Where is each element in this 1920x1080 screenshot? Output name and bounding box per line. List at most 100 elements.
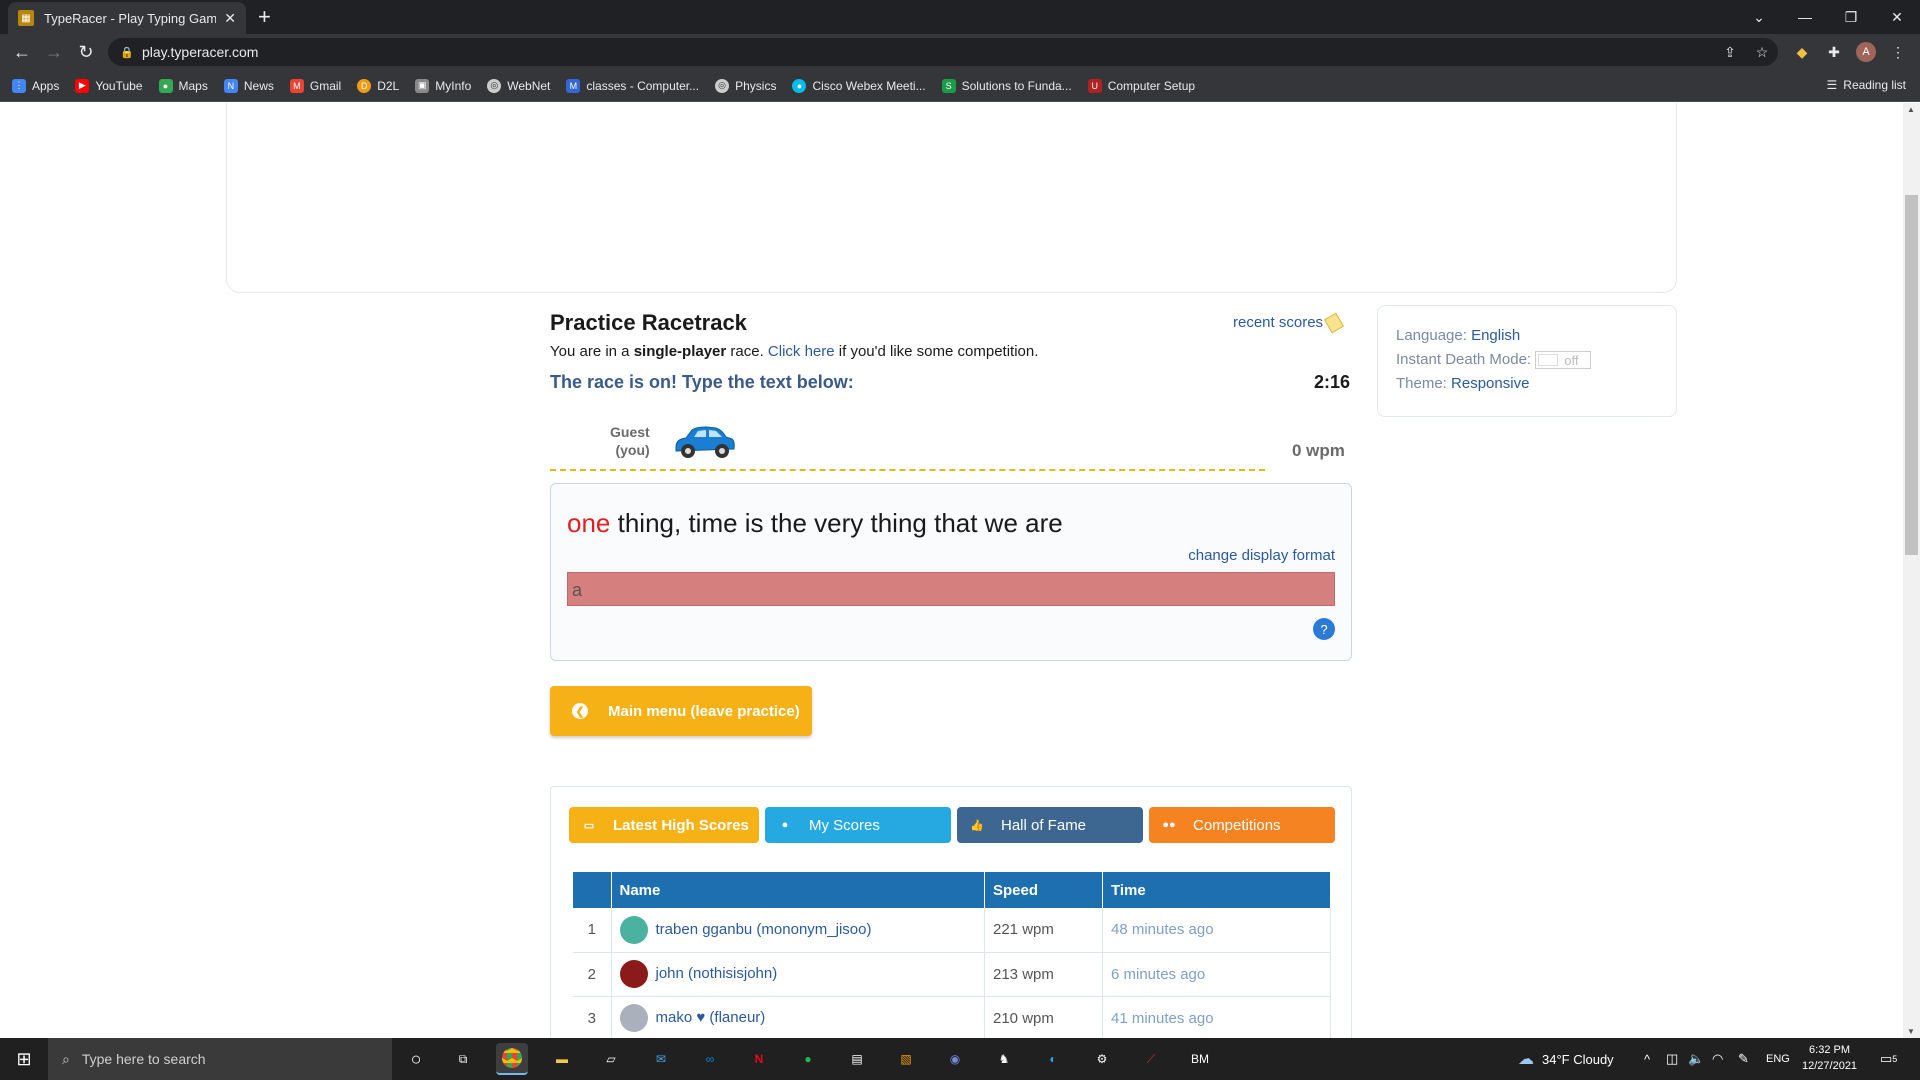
- app-icon[interactable]: ∞: [694, 1043, 726, 1075]
- chevron-up-icon[interactable]: ^: [1644, 1038, 1650, 1080]
- tab-competitions[interactable]: ●● Competitions: [1149, 807, 1335, 843]
- subtitle-text: You are in a: [550, 343, 634, 360]
- clock[interactable]: 6:32 PM 12/27/2021: [1802, 1042, 1857, 1074]
- browser-titlebar: ▦ TypeRacer - Play Typing Games a ✕ + ⌄ …: [0, 0, 1920, 34]
- race-text-rest: thing, time is the very thing that we ar…: [610, 508, 1063, 538]
- bookmark-computer-setup[interactable]: U Computer Setup: [1087, 78, 1196, 93]
- minimize-icon[interactable]: —: [1782, 0, 1828, 34]
- typeracer-favicon-icon: ▦: [18, 10, 34, 26]
- scroll-down-icon[interactable]: ▼: [1907, 1027, 1916, 1036]
- time-cell[interactable]: 41 minutes ago: [1102, 996, 1331, 1038]
- chrome-icon[interactable]: [496, 1043, 528, 1075]
- language-value[interactable]: English: [1471, 327, 1520, 344]
- windows-start-icon[interactable]: ⊞: [0, 1038, 48, 1080]
- python-extension-icon[interactable]: ◆: [1792, 42, 1812, 62]
- reload-icon[interactable]: ↻: [74, 40, 98, 64]
- bookmark-solutions[interactable]: S Solutions to Funda...: [941, 78, 1072, 93]
- back-arrow-icon[interactable]: ←: [10, 40, 34, 64]
- reading-list-button[interactable]: ☰ Reading list: [1827, 78, 1906, 92]
- profile-avatar-icon[interactable]: A: [1856, 42, 1876, 62]
- language-label: Language:: [1396, 327, 1467, 344]
- browser-tab[interactable]: ▦ TypeRacer - Play Typing Games a ✕: [8, 2, 246, 34]
- mail-icon[interactable]: ✉: [645, 1043, 677, 1075]
- tab-hall-of-fame[interactable]: 👍 Hall of Fame: [957, 807, 1143, 843]
- theme-value[interactable]: Responsive: [1451, 375, 1529, 392]
- time-cell[interactable]: 48 minutes ago: [1102, 908, 1331, 953]
- document-icon[interactable]: ▤: [841, 1043, 873, 1075]
- code-app-icon[interactable]: ⟋: [1135, 1043, 1167, 1075]
- volume-icon[interactable]: 🔈: [1688, 1038, 1704, 1080]
- weather-widget[interactable]: ☁ 34°F Cloudy: [1518, 1038, 1614, 1080]
- network-app-icon[interactable]: ⚙: [1086, 1043, 1118, 1075]
- click-here-link[interactable]: Click here: [768, 343, 835, 360]
- taskbar-search[interactable]: ⌕ Type here to search: [48, 1038, 392, 1080]
- news-icon: N: [223, 78, 238, 93]
- bookmark-myinfo[interactable]: ▣ MyInfo: [415, 78, 471, 93]
- close-window-icon[interactable]: ✕: [1874, 0, 1920, 34]
- help-icon[interactable]: ?: [1313, 618, 1335, 640]
- close-tab-icon[interactable]: ✕: [224, 10, 236, 27]
- file-explorer-icon[interactable]: ▬: [546, 1043, 578, 1075]
- typing-input[interactable]: a: [567, 572, 1335, 606]
- bookmark-star-icon[interactable]: ☆: [1752, 42, 1772, 62]
- meet-icon[interactable]: ◫: [1666, 1038, 1678, 1080]
- bookmark-webnet[interactable]: ◎ WebNet: [487, 78, 550, 93]
- bookmark-label: Apps: [32, 78, 60, 93]
- scrollbar-thumb[interactable]: [1905, 195, 1918, 555]
- menu-dots-icon[interactable]: ⋮: [1888, 42, 1908, 62]
- racer-label: Guest (you): [610, 423, 650, 459]
- address-bar[interactable]: 🔒 play.typeracer.com: [108, 38, 1778, 66]
- change-display-format-link[interactable]: change display format: [1188, 547, 1335, 564]
- bookmark-gmail[interactable]: M Gmail: [289, 78, 341, 93]
- language-indicator[interactable]: ENG: [1766, 1038, 1790, 1080]
- terminal-icon[interactable]: ▱: [595, 1043, 627, 1075]
- bookmark-apps[interactable]: ⋮ Apps: [12, 78, 60, 93]
- game-icon[interactable]: ♞: [988, 1043, 1020, 1075]
- name-cell[interactable]: mako ♥ (flaneur): [611, 996, 985, 1038]
- recent-scores-link[interactable]: recent scores: [1233, 312, 1345, 334]
- notifications-button[interactable]: ▭ 5: [1880, 1038, 1897, 1080]
- spotify-icon[interactable]: ●: [792, 1043, 824, 1075]
- bookmark-youtube[interactable]: ▶ YouTube: [75, 78, 143, 93]
- task-view-icon[interactable]: ⧉: [447, 1043, 479, 1075]
- scroll-up-icon[interactable]: ▲: [1907, 105, 1916, 114]
- netflix-icon[interactable]: N: [743, 1043, 775, 1075]
- wifi-icon[interactable]: ◠: [1712, 1038, 1723, 1080]
- edge-icon[interactable]: ◐: [1037, 1043, 1069, 1075]
- bookmark-label: classes - Computer...: [586, 78, 700, 93]
- webex-icon: ●: [792, 78, 807, 93]
- bookmark-label: Computer Setup: [1107, 78, 1196, 93]
- tab-search-icon[interactable]: ⌄: [1736, 0, 1782, 34]
- bookmark-maps[interactable]: ● Maps: [158, 78, 208, 93]
- note-icon: [1323, 312, 1345, 334]
- player-name: traben gganbu (mononym_jisoo): [655, 920, 872, 938]
- pen-icon[interactable]: ✎: [1738, 1038, 1749, 1080]
- name-cell[interactable]: traben gganbu (mononym_jisoo): [611, 908, 985, 953]
- extensions-puzzle-icon[interactable]: ✚: [1824, 42, 1844, 62]
- restore-icon[interactable]: ❐: [1828, 0, 1874, 34]
- bookmark-physics[interactable]: ◎ Physics: [715, 78, 776, 93]
- discord-icon[interactable]: ◉: [939, 1043, 971, 1075]
- notification-count: 5: [1892, 1054, 1898, 1064]
- scores-panel: ▭ Latest High Scores ● My Scores 👍 Hall of …: [550, 786, 1352, 1038]
- cortana-icon[interactable]: ○: [400, 1043, 432, 1075]
- bookmark-classes[interactable]: Mclasses - Computer...: [566, 78, 700, 93]
- bm-app-icon[interactable]: BM: [1184, 1043, 1216, 1075]
- time-cell[interactable]: 6 minutes ago: [1102, 952, 1331, 997]
- page-scrollbar[interactable]: ▲ ▼: [1903, 103, 1920, 1038]
- share-icon[interactable]: ⇪: [1720, 42, 1740, 62]
- sublime-icon[interactable]: ▧: [890, 1043, 922, 1075]
- bookmark-webex[interactable]: ● Cisco Webex Meeti...: [792, 78, 926, 93]
- speed-cell: 213 wpm: [984, 952, 1103, 997]
- tab-latest-high-scores[interactable]: ▭ Latest High Scores: [569, 807, 759, 843]
- instant-death-toggle[interactable]: off: [1535, 351, 1592, 370]
- main-menu-button[interactable]: ❮ Main menu (leave practice): [550, 686, 812, 736]
- avatar: [619, 1004, 648, 1032]
- bookmark-d2l[interactable]: D D2L: [357, 78, 399, 93]
- new-tab-icon[interactable]: +: [258, 4, 271, 30]
- forward-arrow-icon[interactable]: →: [42, 40, 66, 64]
- name-cell[interactable]: john (nothisisjohn): [611, 952, 985, 997]
- tab-my-scores[interactable]: ● My Scores: [765, 807, 951, 843]
- toggle-state: off: [1564, 353, 1579, 369]
- bookmark-news[interactable]: N News: [223, 78, 274, 93]
